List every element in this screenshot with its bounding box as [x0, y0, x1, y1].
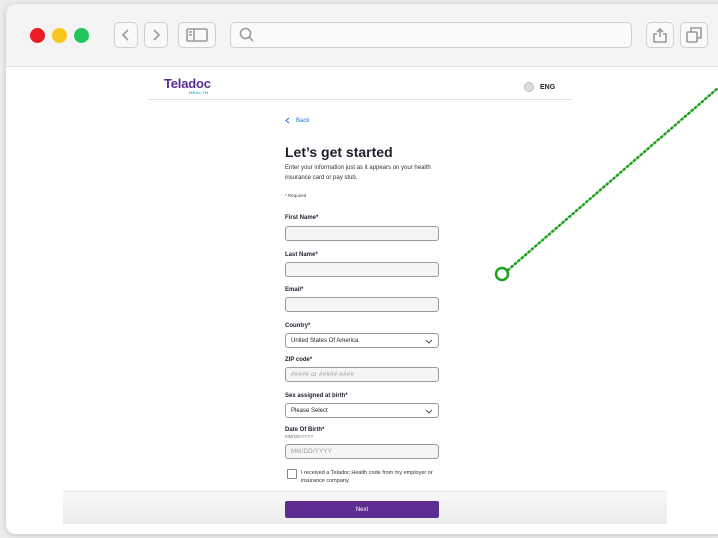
- next-button[interactable]: Next: [285, 501, 439, 518]
- back-label: Back: [296, 117, 310, 124]
- email-label: Email*: [285, 287, 304, 293]
- minimize-window-button[interactable]: [52, 28, 67, 43]
- chevron-left-icon: [285, 117, 290, 124]
- employer-code-label: I received a Teladoc Health code from my…: [301, 470, 433, 484]
- back-arrow-icon[interactable]: [114, 22, 138, 48]
- tabs-icon[interactable]: [680, 22, 708, 48]
- chevron-down-icon: [425, 337, 433, 345]
- chevron-down-icon: [425, 407, 433, 415]
- dob-input[interactable]: MM/DD/YYYY: [285, 444, 439, 459]
- zip-label: ZIP code*: [285, 357, 313, 363]
- country-value: United States Of America: [291, 337, 359, 344]
- close-window-button[interactable]: [30, 28, 45, 43]
- language-label: ENG: [540, 83, 556, 91]
- dob-format-hint: MM/DD/YYYY: [285, 434, 314, 439]
- sex-label: Sex assigned at birth*: [285, 393, 348, 399]
- dob-label: Date Of Birth*: [285, 427, 325, 433]
- country-label: Country*: [285, 323, 311, 329]
- search-icon: [239, 27, 254, 42]
- sex-select[interactable]: Please Select: [285, 403, 439, 418]
- language-selector[interactable]: ENG: [524, 82, 555, 92]
- employer-code-checkbox[interactable]: [287, 469, 297, 479]
- teladoc-logo-sub: HEALTH: [189, 90, 209, 95]
- share-icon[interactable]: [646, 22, 674, 48]
- header-divider: [148, 99, 572, 100]
- sex-value: Please Select: [291, 407, 328, 414]
- intro-text: Enter your information just as it appear…: [285, 165, 431, 181]
- address-bar[interactable]: [230, 22, 632, 48]
- zip-input[interactable]: ##### or #####-####: [285, 367, 439, 382]
- forward-arrow-icon[interactable]: [144, 22, 168, 48]
- sidebar-icon[interactable]: [178, 22, 216, 48]
- teladoc-logo[interactable]: Teladoc: [164, 76, 211, 91]
- back-link[interactable]: Back: [285, 117, 309, 124]
- country-select[interactable]: United States Of America: [285, 333, 439, 348]
- email-input[interactable]: [285, 297, 439, 312]
- first-name-label: First Name*: [285, 215, 319, 221]
- page-title: Let’s get started: [285, 144, 393, 160]
- browser-window: Teladoc HEALTH ENG Back Let’s get starte…: [6, 4, 718, 534]
- web-page: Teladoc HEALTH ENG Back Let’s get starte…: [6, 67, 718, 534]
- zoom-window-button[interactable]: [74, 28, 89, 43]
- last-name-input[interactable]: [285, 262, 439, 277]
- last-name-label: Last Name*: [285, 252, 318, 258]
- first-name-input[interactable]: [285, 226, 439, 241]
- required-note: * Required: [285, 193, 307, 198]
- globe-icon: [524, 82, 534, 92]
- browser-toolbar: [6, 4, 718, 67]
